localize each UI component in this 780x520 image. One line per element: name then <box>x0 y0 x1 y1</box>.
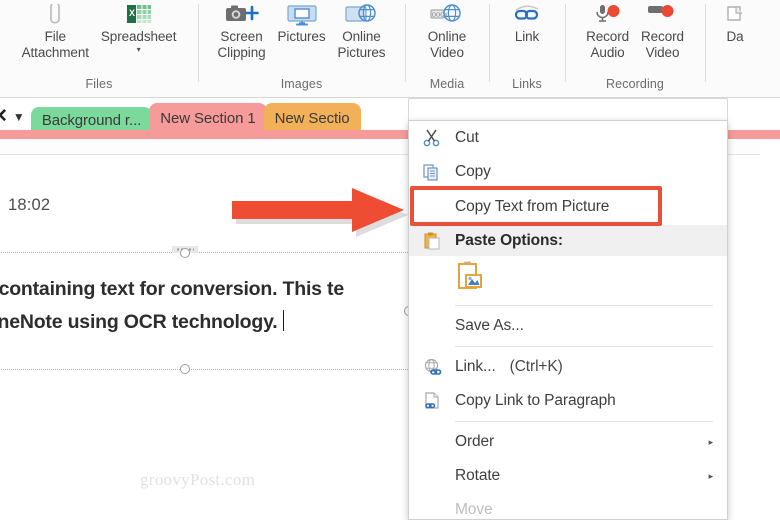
record-video-label: Record Video <box>641 29 684 60</box>
context-menu-item-link[interactable]: Link... (Ctrl+K) <box>409 350 727 384</box>
screen-clipping-button[interactable]: Screen Clipping <box>212 0 272 60</box>
online-pictures-button[interactable]: Online Pictures <box>331 0 391 60</box>
context-menu-label-order: Order <box>455 433 494 451</box>
spreadsheet-dropdown-caret[interactable]: ▾ <box>137 46 141 53</box>
ribbon-group-label-images: Images <box>281 77 323 96</box>
online-video-globe-icon: DOCX <box>430 2 464 28</box>
pictures-label: Pictures <box>278 29 326 45</box>
context-menu-label-link: Link... <box>455 358 496 376</box>
ribbon-group-links: Link Links <box>489 0 565 96</box>
ribbon-group-label-recording: Recording <box>606 77 664 96</box>
context-menu-label-rotate: Rotate <box>455 467 500 485</box>
link-chain-icon <box>512 2 542 28</box>
page-timestamp: 18:02 <box>8 196 50 215</box>
ribbon-group-images: Screen Clipping Pictures <box>198 0 405 96</box>
text-cursor <box>283 310 285 331</box>
context-menu-paste-option-picture[interactable] <box>409 256 727 302</box>
record-video-camcorder-icon <box>647 2 677 28</box>
resize-handle-top[interactable] <box>180 248 190 258</box>
context-menu-label-copy-link-to-paragraph: Copy Link to Paragraph <box>455 392 616 410</box>
ribbon: File Attachment X <box>0 0 780 98</box>
context-menu-item-move: Move <box>409 493 727 520</box>
paperclip-icon <box>46 2 65 28</box>
annotation-arrow-icon <box>232 188 417 251</box>
chevron-down-icon[interactable]: ▼ <box>13 110 25 124</box>
picture-text-line-2: t OneNote using OCR technology. <box>0 311 278 333</box>
link-button[interactable]: Link <box>501 0 553 45</box>
copy-link-page-icon <box>421 390 443 412</box>
close-icon[interactable]: ✕ <box>0 105 8 128</box>
online-video-button[interactable]: DOCX Online Video <box>421 0 473 60</box>
chevron-right-icon: ▸ <box>709 471 713 482</box>
file-attachment-button[interactable]: File Attachment <box>16 0 95 60</box>
screen-clipping-camera-icon <box>225 2 259 28</box>
section-tab-label: New Sectio <box>275 110 350 127</box>
context-menu-label-paste-options: Paste Options: <box>455 232 563 250</box>
spreadsheet-label: Spreadsheet <box>101 29 176 45</box>
link-label: Link <box>515 29 539 45</box>
record-video-button[interactable]: Record Video <box>635 0 690 60</box>
online-pictures-globe-icon <box>345 2 377 28</box>
context-menu-item-save-as[interactable]: Save As... <box>409 309 727 343</box>
context-menu-label-save-as: Save As... <box>455 317 524 335</box>
context-menu-header-paste-options: Paste Options: <box>409 225 727 256</box>
ribbon-group-partial: Da <box>705 0 765 96</box>
scissors-icon <box>421 127 443 149</box>
context-menu-separator <box>455 346 713 347</box>
svg-text:X: X <box>129 8 135 18</box>
record-audio-mic-icon <box>593 2 623 28</box>
ribbon-group-media: DOCX Online Video Media <box>405 0 489 96</box>
record-audio-button[interactable]: Record Audio <box>580 0 635 60</box>
context-menu-item-copy[interactable]: Copy <box>409 155 727 189</box>
context-menu-item-rotate[interactable]: Rotate ▸ <box>409 459 727 493</box>
date-stamp-button[interactable]: Da <box>709 0 761 45</box>
date-stamp-icon <box>724 2 746 28</box>
date-stamp-label: Da <box>726 29 743 45</box>
picture-ocr-text: ge containing text for conversion. This … <box>0 273 441 339</box>
context-menu-label-move: Move <box>455 501 493 519</box>
record-audio-label: Record Audio <box>586 29 629 60</box>
watermark: groovyPost.com <box>140 470 255 490</box>
ribbon-group-label-media: Media <box>430 77 465 96</box>
pictures-monitor-icon <box>286 2 318 28</box>
ribbon-group-recording: Record Audio Record Video Recor <box>565 0 705 96</box>
context-menu-separator <box>455 305 713 306</box>
file-attachment-label: File Attachment <box>22 29 89 60</box>
context-menu-item-copy-text-from-picture[interactable]: Copy Text from Picture <box>409 189 727 225</box>
section-tab-label: Background r... <box>42 112 141 129</box>
online-pictures-label: Online Pictures <box>337 29 385 60</box>
spreadsheet-icon: X <box>126 2 152 28</box>
pictures-button[interactable]: Pictures <box>272 0 332 45</box>
ribbon-group-label-files: Files <box>86 77 113 96</box>
picture-text-line-1: ge containing text for conversion. This … <box>0 278 344 300</box>
context-menu-label-copy: Copy <box>455 163 491 181</box>
copy-pages-icon <box>421 161 443 183</box>
context-menu-shortcut-link: (Ctrl+K) <box>510 358 563 376</box>
spreadsheet-button[interactable]: X Spreadsheet ▾ <box>95 0 182 53</box>
screen-clipping-label: Screen Clipping <box>218 29 266 60</box>
context-menu-item-order[interactable]: Order ▸ <box>409 425 727 459</box>
paste-icon <box>421 230 443 252</box>
picture-context-menu[interactable]: Cut Copy Copy Text from Picture <box>408 120 728 520</box>
ribbon-group-files: File Attachment X <box>0 0 198 96</box>
context-menu-item-copy-link-to-paragraph[interactable]: Copy Link to Paragraph <box>409 384 727 418</box>
chevron-right-icon: ▸ <box>709 437 713 448</box>
section-tab-label: New Section 1 <box>160 110 255 127</box>
context-menu-separator <box>455 421 713 422</box>
resize-handle-bottom[interactable] <box>180 364 190 374</box>
selected-picture-object[interactable]: ge containing text for conversion. This … <box>0 252 410 370</box>
online-video-label: Online Video <box>428 29 466 60</box>
paste-picture-icon <box>455 261 485 298</box>
context-menu-item-cut[interactable]: Cut <box>409 121 727 155</box>
link-globe-icon <box>421 356 443 378</box>
ribbon-group-label-links: Links <box>512 77 542 96</box>
onenote-screenshot: File Attachment X <box>0 0 780 520</box>
context-menu-label-copy-text-from-picture: Copy Text from Picture <box>455 198 609 216</box>
context-menu-label-cut: Cut <box>455 129 479 147</box>
